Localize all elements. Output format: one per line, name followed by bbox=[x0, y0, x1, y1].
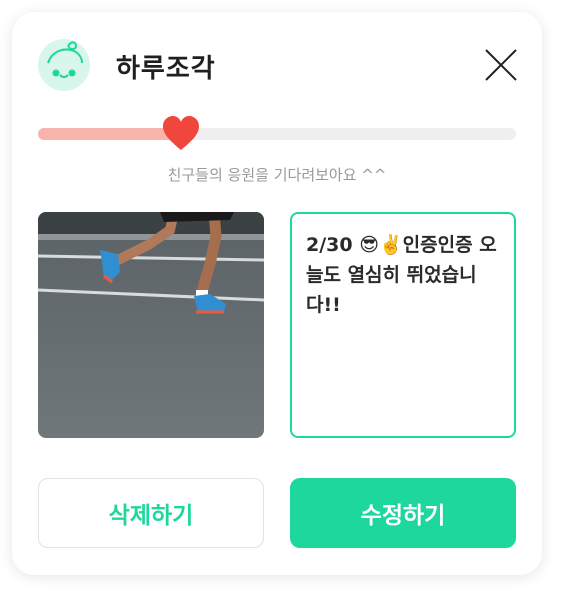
helper-text: 친구들의 응원을 기다려보아요 ^^ bbox=[167, 166, 387, 184]
diary-card: 하루조각 친구들의 응원을 기다려보아요 ^^ 2/30 😎✌️인증인증 오늘도… bbox=[12, 12, 542, 575]
avatar-icon bbox=[38, 39, 90, 91]
diary-memo-text[interactable]: 2/30 😎✌️인증인증 오늘도 열심히 뛰었습니다!! bbox=[290, 212, 516, 438]
running-photo-image bbox=[38, 212, 264, 438]
diary-photo bbox=[38, 212, 264, 438]
cheer-progress-fill bbox=[38, 128, 181, 140]
cheer-progress-track bbox=[38, 128, 516, 140]
delete-button[interactable]: 삭제하기 bbox=[38, 478, 264, 548]
close-icon[interactable] bbox=[482, 46, 520, 84]
heart-icon[interactable] bbox=[161, 114, 201, 152]
page-title: 하루조각 bbox=[116, 54, 216, 84]
edit-button[interactable]: 수정하기 bbox=[290, 478, 516, 548]
